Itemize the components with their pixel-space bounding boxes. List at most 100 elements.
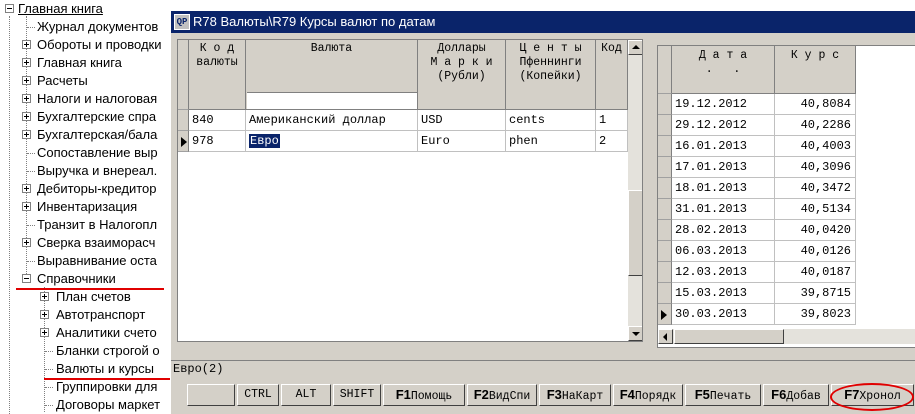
selected-cell-text[interactable]: Евро xyxy=(249,134,280,148)
tree-item-label[interactable]: Бухгалтерская/бала xyxy=(37,126,157,144)
rates-grid[interactable]: Д а т а . .К у р с 19.12.2012 40,8084 29.12… xyxy=(657,45,915,348)
table-cell[interactable]: cents xyxy=(506,110,596,131)
scroll-thumb[interactable] xyxy=(628,190,642,276)
table-row[interactable]: 978 Евро Euro phen 2 xyxy=(178,131,628,152)
column-filter-box[interactable] xyxy=(247,92,417,109)
rate-cell[interactable]: 40,0126 xyxy=(775,241,856,262)
tree-item-label[interactable]: Транзит в Налогопл xyxy=(37,216,157,234)
tree-sub-item-label[interactable]: Бланки строгой о xyxy=(56,342,160,360)
tree-item-label[interactable]: Расчеты xyxy=(37,72,88,90)
column-header-rate[interactable]: К у р с xyxy=(775,46,856,94)
fkey-button-f3[interactable]: F3НаКарт xyxy=(539,384,611,406)
tree-item-label[interactable]: Дебиторы-кредитор xyxy=(37,180,157,198)
horizontal-scrollbar[interactable] xyxy=(658,329,915,344)
table-row[interactable]: 31.01.2013 40,5134 xyxy=(658,199,858,220)
table-cell[interactable]: 1 xyxy=(596,110,628,131)
table-row[interactable]: 840 Американский доллар USD cents 1 xyxy=(178,110,628,131)
expand-icon[interactable] xyxy=(22,184,31,193)
fkey-button-f7[interactable]: F7Хронол xyxy=(831,384,914,406)
window-title-bar[interactable]: QP R78 Валюты\R79 Курсы валют по датам xyxy=(171,11,915,33)
column-header-date[interactable]: Д а т а . . xyxy=(672,46,775,94)
rate-cell[interactable]: 40,2286 xyxy=(775,115,856,136)
table-cell[interactable]: Евро xyxy=(246,131,418,152)
tree-item-label[interactable]: Инвентаризация xyxy=(37,198,137,216)
date-cell[interactable]: 18.01.2013 xyxy=(672,178,775,199)
tree-item-label[interactable]: Справочники xyxy=(37,270,116,288)
fkey-button-ctrl[interactable]: CTRL xyxy=(237,384,279,406)
tree-sub-item-label[interactable]: Договоры маркет xyxy=(56,396,160,414)
date-cell[interactable]: 19.12.2012 xyxy=(672,94,775,115)
rate-cell[interactable]: 40,0187 xyxy=(775,262,856,283)
expand-icon[interactable] xyxy=(40,328,49,337)
fkey-button-f4[interactable]: F4Порядк xyxy=(613,384,683,406)
tree-item-label[interactable]: Сопоставление выр xyxy=(37,144,158,162)
date-cell[interactable]: 30.03.2013 xyxy=(672,304,775,325)
column-header[interactable]: Код xyxy=(596,40,628,110)
table-cell[interactable]: phen xyxy=(506,131,596,152)
rate-cell[interactable]: 39,8715 xyxy=(775,283,856,304)
rate-cell[interactable]: 40,3096 xyxy=(775,157,856,178)
table-cell[interactable]: 840 xyxy=(189,110,246,131)
date-cell[interactable]: 12.03.2013 xyxy=(672,262,775,283)
scroll-thumb[interactable] xyxy=(674,329,784,344)
table-row[interactable]: 29.12.2012 40,2286 xyxy=(658,115,858,136)
fkey-button-alt[interactable]: ALT xyxy=(281,384,331,406)
tree-item-label[interactable]: Бухгалтерские спра xyxy=(37,108,156,126)
tree-item-label[interactable]: Журнал документов xyxy=(37,18,158,36)
table-cell[interactable]: 2 xyxy=(596,131,628,152)
scroll-up-button[interactable] xyxy=(628,40,642,55)
expand-icon[interactable] xyxy=(22,76,31,85)
table-row[interactable]: 16.01.2013 40,4003 xyxy=(658,136,858,157)
tree-item-label[interactable]: Выручка и внереал. xyxy=(37,162,157,180)
tree-item-label[interactable]: Главная книга xyxy=(37,54,122,72)
date-cell[interactable]: 29.12.2012 xyxy=(672,115,775,136)
tree-sub-item-label[interactable]: Аналитики счето xyxy=(56,324,157,342)
scroll-left-button[interactable] xyxy=(658,329,673,344)
fkey-button-f2[interactable]: F2ВидСпи xyxy=(467,384,537,406)
expand-icon[interactable] xyxy=(22,238,31,247)
collapse-icon[interactable] xyxy=(22,274,31,283)
column-header[interactable]: Доллары М а р к и (Рубли) xyxy=(418,40,506,110)
vertical-scrollbar[interactable] xyxy=(628,40,642,341)
expand-icon[interactable] xyxy=(40,310,49,319)
scroll-down-button[interactable] xyxy=(628,326,642,341)
fkey-button-shift[interactable]: SHIFT xyxy=(333,384,381,406)
rate-cell[interactable]: 40,0420 xyxy=(775,220,856,241)
tree-item-label[interactable]: Выравнивание оста xyxy=(37,252,157,270)
tree-sub-item-label[interactable]: Автотранспорт xyxy=(56,306,145,324)
tree-root-label[interactable]: Главная книга xyxy=(18,0,103,18)
rate-cell[interactable]: 39,8023 xyxy=(775,304,856,325)
fkey-button-f5[interactable]: F5Печать xyxy=(685,384,761,406)
table-row[interactable]: 06.03.2013 40,0126 xyxy=(658,241,858,262)
table-row[interactable]: 17.01.2013 40,3096 xyxy=(658,157,858,178)
fkey-blank-button[interactable] xyxy=(187,384,235,406)
rate-cell[interactable]: 40,4003 xyxy=(775,136,856,157)
tree-sub-item-label[interactable]: План счетов xyxy=(56,288,131,306)
table-cell[interactable]: Euro xyxy=(418,131,506,152)
table-row[interactable]: 19.12.2012 40,8084 xyxy=(658,94,858,115)
expand-icon[interactable] xyxy=(22,40,31,49)
table-row[interactable]: 15.03.2013 39,8715 xyxy=(658,283,858,304)
fkey-button-f1[interactable]: F1Помощь xyxy=(383,384,465,406)
date-cell[interactable]: 28.02.2013 xyxy=(672,220,775,241)
date-cell[interactable]: 16.01.2013 xyxy=(672,136,775,157)
rate-cell[interactable]: 40,3472 xyxy=(775,178,856,199)
fkey-button-f6[interactable]: F6Добав xyxy=(763,384,829,406)
date-cell[interactable]: 06.03.2013 xyxy=(672,241,775,262)
column-header[interactable]: К о д валюты xyxy=(189,40,246,110)
expand-icon[interactable] xyxy=(22,58,31,67)
date-cell[interactable]: 15.03.2013 xyxy=(672,283,775,304)
date-cell[interactable]: 17.01.2013 xyxy=(672,157,775,178)
table-row[interactable]: 30.03.2013 39,8023 xyxy=(658,304,858,325)
column-header[interactable]: Ц е н т ы Пфеннинги (Копейки) xyxy=(506,40,596,110)
expand-icon[interactable] xyxy=(22,112,31,121)
collapse-icon[interactable] xyxy=(5,4,14,13)
expand-icon[interactable] xyxy=(22,94,31,103)
table-cell[interactable]: USD xyxy=(418,110,506,131)
tree-sub-item-label[interactable]: Группировки для xyxy=(56,378,157,396)
currency-grid[interactable]: К о д валюты Валюта Доллары М а р к и (Руб… xyxy=(177,39,643,342)
table-cell[interactable]: 978 xyxy=(189,131,246,152)
expand-icon[interactable] xyxy=(22,130,31,139)
rate-cell[interactable]: 40,5134 xyxy=(775,199,856,220)
tree-item-label[interactable]: Налоги и налоговая xyxy=(37,90,157,108)
